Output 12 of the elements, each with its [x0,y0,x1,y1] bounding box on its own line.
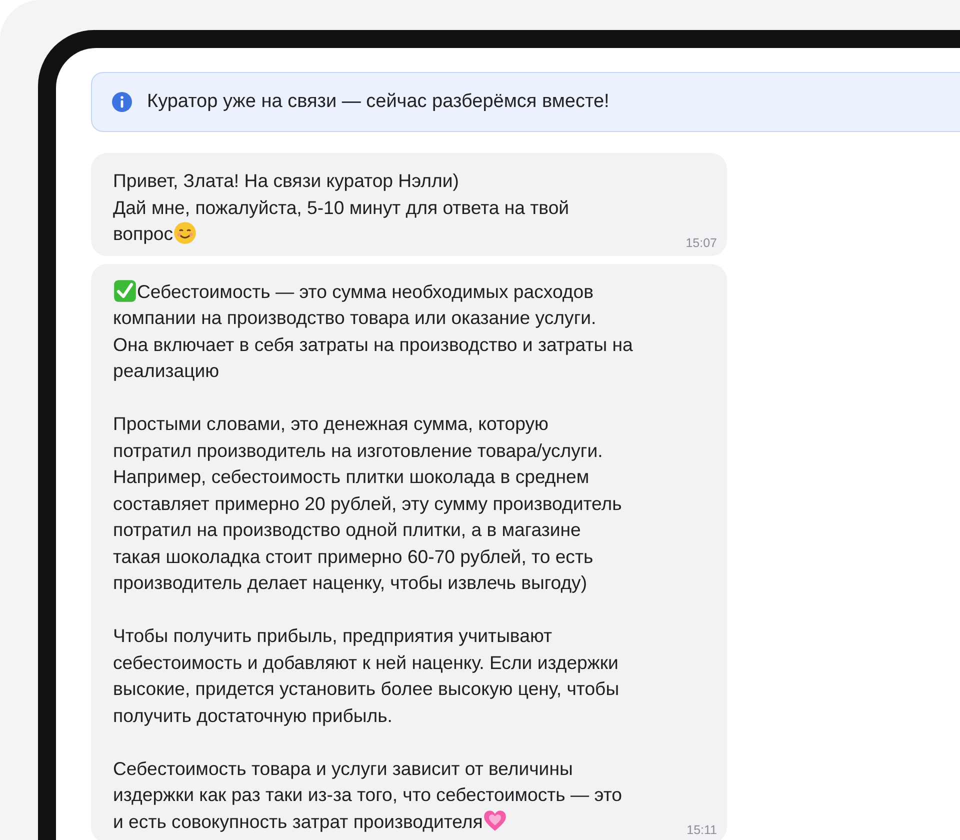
heart-icon [482,808,507,832]
banner-text: Куратор уже на связи — сейчас разберёмся вместе! [147,91,610,113]
message-text: Привет, Злата! На связи куратор Нэлли) Дай мне, пожалуйста, 5-10 минут для ответа на твой вопрос [113,169,570,247]
message-text: Чтобы получить прибыль, предприятия учитывают себестоимость и добавляют к ней наценку. Если издержки высокие, придется установить более высокую цену, чтобы получить достаточную прибыль. [113,624,620,728]
checkmark-icon [113,278,137,302]
message-text: Себестоимость товара и услуги зависит от величины издержки как раз таки из-за того, что себестоимость — это и есть совокупность затрат производителя [113,756,622,834]
message-time: 15:07 [686,236,717,250]
smiley-icon [173,221,198,245]
message-time: 15:11 [686,823,717,837]
info-icon [111,91,133,113]
message-text: Простыми словами, это денежная сумма, которую потратил производитель на изготовление товара/услуги. Например, себестоимость плитки шоколада в среднем составляет примерно 20 рублей, эту сумму производитель потратил на производство одной плитки, а в магазине такая шоколадка стоит примерно 60-70 рублей, то есть производитель делает наценку, чтобы извлечь выгоду) [113,412,622,595]
message-text: Себестоимость — это сумма необходимых расходов компании на производство товара или оказание услуги. Она включает в себя затраты на производство и затраты на реализацию [113,278,633,383]
